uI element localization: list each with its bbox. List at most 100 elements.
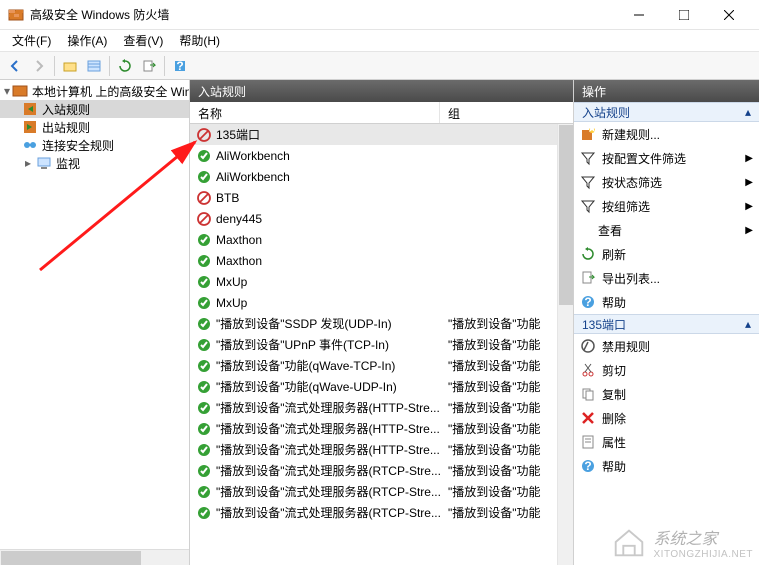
allow-icon [196, 148, 212, 164]
rule-row[interactable]: deny445 [190, 208, 573, 229]
action-filter-group[interactable]: 按组筛选 ▶ [574, 194, 759, 218]
action-properties[interactable]: 属性 [574, 430, 759, 454]
action-cut[interactable]: 剪切 [574, 358, 759, 382]
forward-button[interactable] [28, 55, 50, 77]
rule-row[interactable]: "播放到设备"流式处理服务器(RTCP-Stre..."播放到设备"功能 [190, 460, 573, 481]
toolbar-separator [109, 56, 110, 76]
tree-outbound[interactable]: 出站规则 [0, 118, 189, 136]
rule-row[interactable]: Maxthon [190, 250, 573, 271]
collapse-icon[interactable]: ▴ [745, 317, 751, 331]
rule-row[interactable]: MxUp [190, 292, 573, 313]
export-button[interactable] [138, 55, 160, 77]
help-icon: ? [580, 458, 596, 474]
column-group[interactable]: 组 [440, 102, 573, 123]
tree-root[interactable]: ▾ 本地计算机 上的高级安全 Win [0, 82, 189, 100]
rule-row[interactable]: 135端口 [190, 124, 573, 145]
close-button[interactable] [706, 0, 751, 30]
refresh-button[interactable] [114, 55, 136, 77]
rule-name: "播放到设备"流式处理服务器(RTCP-Stre... [216, 483, 444, 500]
menu-view[interactable]: 查看(V) [115, 30, 171, 51]
refresh-icon [580, 246, 596, 262]
menu-action[interactable]: 操作(A) [59, 30, 115, 51]
center-panel: 入站规则 名称 组 135端口AliWorkbenchAliWorkbenchB… [190, 80, 574, 565]
expand-icon[interactable]: ▸ [22, 156, 34, 170]
minimize-button[interactable] [616, 0, 661, 30]
rule-name: "播放到设备"UPnP 事件(TCP-In) [216, 336, 444, 353]
rule-row[interactable]: "播放到设备"流式处理服务器(RTCP-Stre..."播放到设备"功能 [190, 502, 573, 523]
tree-panel: ▾ 本地计算机 上的高级安全 Win 入站规则 出站规则 连接安全规则 ▸ 监视 [0, 80, 190, 565]
rule-row[interactable]: AliWorkbench [190, 145, 573, 166]
allow-icon [196, 253, 212, 269]
filter-icon [580, 198, 596, 214]
action-help[interactable]: ? 帮助 [574, 290, 759, 314]
action-help-2[interactable]: ? 帮助 [574, 454, 759, 478]
rule-name: "播放到设备"流式处理服务器(HTTP-Stre... [216, 441, 444, 458]
allow-icon [196, 505, 212, 521]
rule-group: "播放到设备"功能 [444, 420, 557, 437]
submenu-arrow-icon: ▶ [745, 201, 753, 212]
folder-button[interactable] [59, 55, 81, 77]
action-export[interactable]: 导出列表... [574, 266, 759, 290]
action-filter-state[interactable]: 按状态筛选 ▶ [574, 170, 759, 194]
tree-connsec[interactable]: 连接安全规则 [0, 136, 189, 154]
help-button[interactable]: ? [169, 55, 191, 77]
tree-monitor[interactable]: ▸ 监视 [0, 154, 189, 172]
window-title: 高级安全 Windows 防火墙 [30, 6, 616, 23]
rule-name: "播放到设备"流式处理服务器(HTTP-Stre... [216, 399, 444, 416]
rule-row[interactable]: "播放到设备"SSDP 发现(UDP-In)"播放到设备"功能 [190, 313, 573, 334]
rule-name: "播放到设备"流式处理服务器(RTCP-Stre... [216, 462, 444, 479]
tree-inbound-label: 入站规则 [42, 101, 90, 118]
tree-monitor-label: 监视 [56, 155, 80, 172]
rule-row[interactable]: "播放到设备"功能(qWave-UDP-In)"播放到设备"功能 [190, 376, 573, 397]
monitor-icon [36, 155, 52, 171]
collapse-icon[interactable]: ▴ [745, 105, 751, 119]
rule-group: "播放到设备"功能 [444, 336, 557, 353]
actions-section-selected[interactable]: 135端口 ▴ [574, 314, 759, 334]
submenu-arrow-icon: ▶ [745, 153, 753, 164]
section-label: 入站规则 [582, 104, 630, 121]
rule-row[interactable]: "播放到设备"流式处理服务器(HTTP-Stre..."播放到设备"功能 [190, 418, 573, 439]
filter-icon [580, 150, 596, 166]
help-icon: ? [580, 294, 596, 310]
menu-help[interactable]: 帮助(H) [171, 30, 228, 51]
action-filter-profile[interactable]: 按配置文件筛选 ▶ [574, 146, 759, 170]
action-label: 禁用规则 [602, 338, 650, 355]
allow-icon [196, 358, 212, 374]
rule-row[interactable]: "播放到设备"UPnP 事件(TCP-In)"播放到设备"功能 [190, 334, 573, 355]
actions-section-inbound[interactable]: 入站规则 ▴ [574, 102, 759, 122]
rule-row[interactable]: Maxthon [190, 229, 573, 250]
rule-row[interactable]: "播放到设备"流式处理服务器(HTTP-Stre..."播放到设备"功能 [190, 397, 573, 418]
action-view[interactable]: 查看 ▶ [574, 218, 759, 242]
tree-horizontal-scrollbar[interactable] [0, 549, 189, 565]
rule-row[interactable]: "播放到设备"流式处理服务器(HTTP-Stre..."播放到设备"功能 [190, 439, 573, 460]
rule-row[interactable]: AliWorkbench [190, 166, 573, 187]
action-new-rule[interactable]: ★ 新建规则... [574, 122, 759, 146]
main-area: ▾ 本地计算机 上的高级安全 Win 入站规则 出站规则 连接安全规则 ▸ 监视 [0, 80, 759, 565]
rule-row[interactable]: "播放到设备"流式处理服务器(RTCP-Stre..."播放到设备"功能 [190, 481, 573, 502]
action-copy[interactable]: 复制 [574, 382, 759, 406]
action-label: 帮助 [602, 294, 626, 311]
action-label: 刷新 [602, 246, 626, 263]
rule-row[interactable]: "播放到设备"功能(qWave-TCP-In)"播放到设备"功能 [190, 355, 573, 376]
rule-name: MxUp [216, 275, 444, 289]
allow-icon [196, 169, 212, 185]
menu-file[interactable]: 文件(F) [4, 30, 59, 51]
maximize-button[interactable] [661, 0, 706, 30]
list-vertical-scrollbar[interactable] [557, 124, 573, 565]
action-delete[interactable]: 删除 [574, 406, 759, 430]
action-label: 按组筛选 [602, 198, 650, 215]
rule-row[interactable]: BTB [190, 187, 573, 208]
action-disable[interactable]: 禁用规则 [574, 334, 759, 358]
list-button[interactable] [83, 55, 105, 77]
back-button[interactable] [4, 55, 26, 77]
expand-icon[interactable]: ▾ [4, 84, 10, 98]
delete-icon [580, 410, 596, 426]
tree: ▾ 本地计算机 上的高级安全 Win 入站规则 出站规则 连接安全规则 ▸ 监视 [0, 80, 189, 174]
action-refresh[interactable]: 刷新 [574, 242, 759, 266]
svg-text:?: ? [584, 459, 591, 473]
cut-icon [580, 362, 596, 378]
column-name[interactable]: 名称 [190, 102, 440, 123]
rule-row[interactable]: MxUp [190, 271, 573, 292]
tree-inbound[interactable]: 入站规则 [0, 100, 189, 118]
rule-name: "播放到设备"流式处理服务器(RTCP-Stre... [216, 504, 444, 521]
